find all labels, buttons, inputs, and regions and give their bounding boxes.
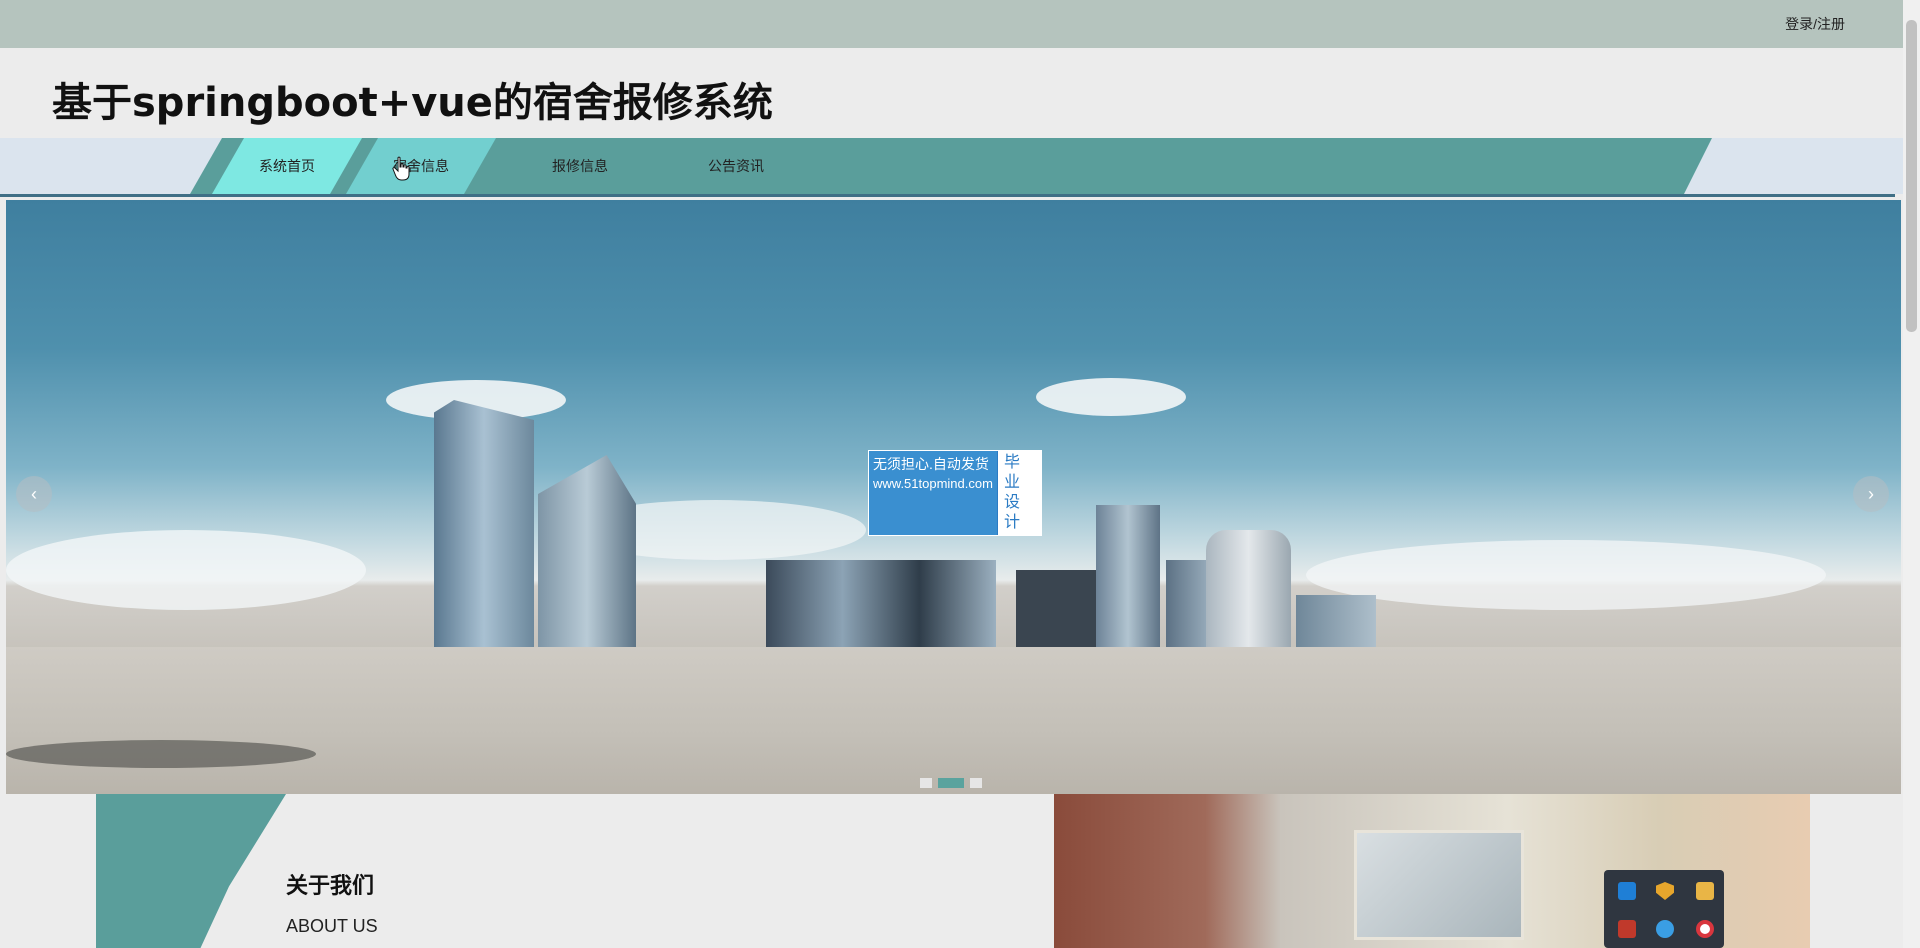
about-accent-shape xyxy=(96,794,286,948)
cloud xyxy=(1306,540,1826,610)
projector-screen xyxy=(1354,830,1524,940)
round-building xyxy=(1206,530,1291,650)
watermark-line1: 无须担心.自动发货 xyxy=(873,456,989,472)
cloud xyxy=(1036,378,1186,416)
hand-cursor-icon xyxy=(392,156,410,181)
watermark-line2: www.51topmind.com xyxy=(873,476,993,491)
system-tray-popup xyxy=(1604,870,1724,948)
cloud-icon[interactable] xyxy=(1656,920,1674,938)
record-icon[interactable] xyxy=(1696,920,1714,938)
skyscraper xyxy=(434,400,534,650)
main-nav: 系统首页 宿舍信息 报修信息 公告资讯 xyxy=(0,138,1903,197)
nav-item-announcements[interactable]: 公告资讯 xyxy=(661,138,811,194)
app-icon[interactable] xyxy=(1618,882,1636,900)
nav-item-repair-info[interactable]: 报修信息 xyxy=(505,138,655,194)
city-skyline xyxy=(1016,570,1096,650)
site-header: 基于springboot+vue的宿舍报修系统 xyxy=(0,48,1903,138)
carousel-dot-2[interactable] xyxy=(938,778,964,788)
about-title: 关于我们 xyxy=(286,873,375,898)
cloud xyxy=(6,530,366,610)
manhole-cover xyxy=(6,740,316,768)
ground-plaza xyxy=(6,647,1901,794)
carousel-prev-button[interactable]: ‹ xyxy=(16,476,52,512)
shield-icon[interactable] xyxy=(1656,882,1674,900)
nav-divider xyxy=(0,194,1895,197)
carousel-dot-3[interactable] xyxy=(970,778,982,788)
vertical-scrollbar[interactable] xyxy=(1903,0,1920,948)
about-subtitle: ABOUT US xyxy=(286,916,378,936)
chevron-left-icon: ‹ xyxy=(31,483,37,504)
watermark-badge: 无须担心.自动发货 www.51topmind.com 毕业设计 xyxy=(868,450,1042,536)
folder-icon[interactable] xyxy=(1696,882,1714,900)
watermark-text: 无须担心.自动发货 www.51topmind.com xyxy=(869,451,997,535)
site-title: 基于springboot+vue的宿舍报修系统 xyxy=(52,80,773,126)
filezilla-icon[interactable] xyxy=(1618,920,1636,938)
low-building xyxy=(1296,595,1376,650)
hero-carousel: 无须担心.自动发货 www.51topmind.com 毕业设计 ‹ › xyxy=(6,200,1901,794)
carousel-dot-1[interactable] xyxy=(920,778,932,788)
twin-tower xyxy=(1096,505,1160,650)
top-bar: 登录/注册 xyxy=(0,0,1903,48)
chevron-right-icon: › xyxy=(1868,483,1874,504)
carousel-next-button[interactable]: › xyxy=(1853,476,1889,512)
login-register-link[interactable]: 登录/注册 xyxy=(1785,14,1845,34)
city-skyline xyxy=(766,560,996,650)
watermark-badge-text: 毕业设计 xyxy=(996,451,1041,535)
about-section: 关于我们 ABOUT US xyxy=(96,794,1054,948)
skyscraper xyxy=(538,455,636,650)
scrollbar-thumb[interactable] xyxy=(1906,20,1917,332)
carousel-indicators xyxy=(920,778,982,788)
